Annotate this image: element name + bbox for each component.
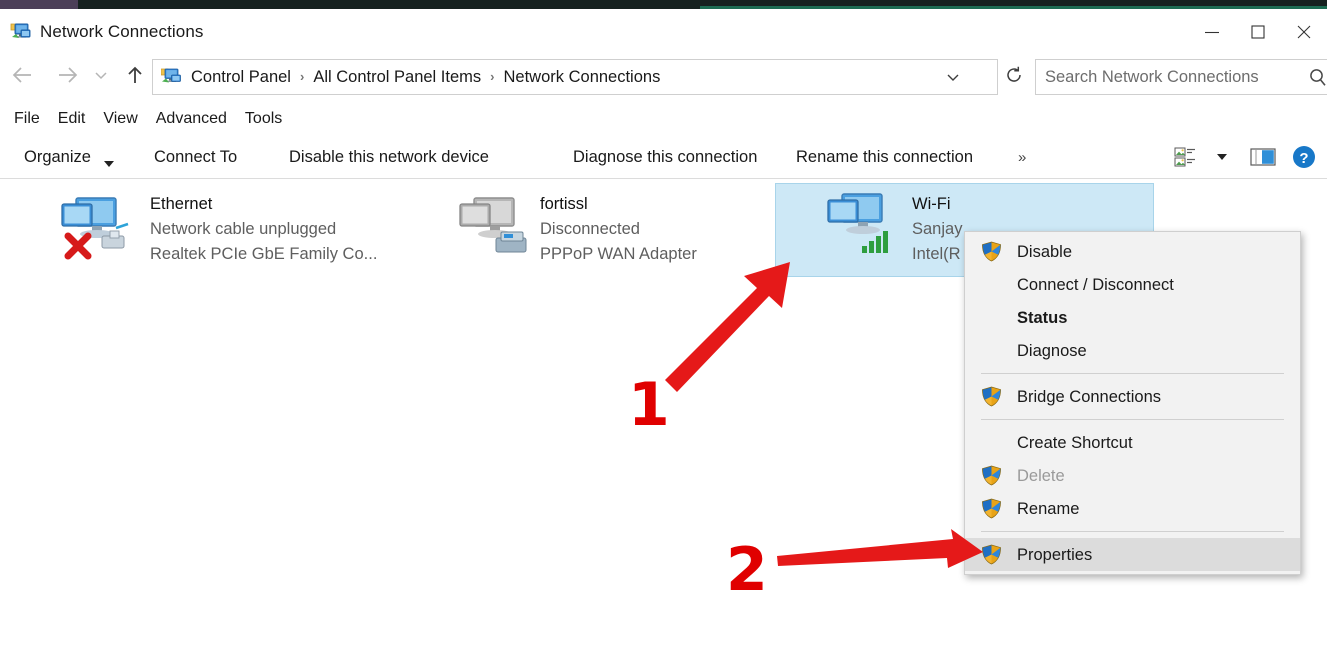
preview-pane-icon[interactable]: [1241, 142, 1285, 172]
forward-arrow-icon: [54, 65, 80, 90]
context-menu-item-label: Disable: [1017, 242, 1073, 261]
screen-top-strip: [0, 0, 1327, 9]
refresh-button[interactable]: [1000, 59, 1028, 95]
breadcrumb[interactable]: Control Panel › All Control Panel Items …: [152, 59, 998, 95]
close-button[interactable]: [1281, 9, 1327, 55]
breadcrumb-item-all-control-panel-items[interactable]: All Control Panel Items: [309, 67, 485, 87]
shield-icon: [965, 544, 1017, 565]
back-button[interactable]: [6, 59, 40, 95]
top-strip-left-segment: [0, 0, 78, 9]
connection-adapter: Realtek PCIe GbE Family Co...: [150, 245, 378, 263]
up-arrow-icon: [124, 64, 146, 91]
shield-icon: [965, 386, 1017, 407]
context-menu-item-label: Status: [1017, 308, 1068, 327]
disable-network-device-button[interactable]: Disable this network device: [289, 146, 489, 168]
connection-text-ethernet: Ethernet Network cable unplugged Realtek…: [150, 192, 400, 267]
annotation-number-2: 2: [726, 535, 768, 605]
up-button[interactable]: [118, 59, 152, 95]
connection-adapter: PPPoP WAN Adapter: [540, 245, 697, 263]
recent-locations-button[interactable]: [88, 59, 114, 95]
context-menu-item-delete: Delete: [965, 459, 1300, 492]
connection-text-fortissl: fortissl Disconnected PPPoP WAN Adapter: [540, 192, 790, 267]
shield-icon: [965, 498, 1017, 519]
window-title: Network Connections: [40, 22, 204, 41]
context-menu-item-label: Delete: [1017, 466, 1065, 485]
menu-item-view[interactable]: View: [94, 107, 146, 131]
shield-icon: [965, 465, 1017, 486]
context-menu-item-connect-disconnect[interactable]: Connect / Disconnect: [965, 268, 1300, 301]
menu-item-edit[interactable]: Edit: [49, 107, 95, 131]
maximize-button[interactable]: [1235, 9, 1281, 55]
connection-item-fortissl[interactable]: fortissl Disconnected PPPoP WAN Adapter: [450, 188, 770, 286]
breadcrumb-item-network-connections[interactable]: Network Connections: [500, 67, 665, 87]
context-menu-item-status[interactable]: Status: [965, 301, 1300, 334]
search-input[interactable]: Search Network Connections: [1035, 59, 1327, 95]
menu-item-file[interactable]: File: [5, 107, 49, 131]
change-view-chevron-down-icon[interactable]: [1205, 142, 1239, 172]
breadcrumb-network-icon: [160, 67, 183, 87]
title-bar: Network Connections: [0, 9, 1327, 55]
connection-name: Ethernet: [150, 195, 213, 213]
connection-status: Network cable unplugged: [150, 220, 337, 238]
address-bar: Control Panel › All Control Panel Items …: [0, 55, 1327, 100]
change-view-icon[interactable]: [1169, 142, 1203, 172]
context-menu: Disable Connect / Disconnect Status Diag…: [964, 231, 1301, 575]
breadcrumb-dropdown-button[interactable]: [939, 60, 967, 94]
refresh-icon: [1004, 65, 1024, 90]
back-arrow-icon: [10, 65, 36, 90]
context-menu-item-disable[interactable]: Disable: [965, 235, 1300, 268]
organize-button[interactable]: Organize: [24, 146, 91, 168]
context-menu-item-label: Properties: [1017, 545, 1093, 564]
context-menu-item-label: Bridge Connections: [1017, 387, 1162, 406]
context-menu-separator: [981, 373, 1284, 374]
organize-chevron-down-icon[interactable]: [103, 155, 115, 173]
search-placeholder: Search Network Connections: [1045, 67, 1259, 86]
breadcrumb-item-control-panel[interactable]: Control Panel: [187, 67, 295, 87]
wifi-connected-icon: [824, 190, 896, 253]
svg-text:?: ?: [1299, 150, 1308, 167]
context-menu-item-label: Connect / Disconnect: [1017, 275, 1174, 294]
context-menu-item-label: Create Shortcut: [1017, 433, 1133, 452]
context-menu-item-label: Rename: [1017, 499, 1080, 518]
context-menu-item-label: Diagnose: [1017, 341, 1087, 360]
window-controls: [1189, 9, 1327, 55]
chevron-down-icon: [93, 68, 109, 87]
context-menu-item-diagnose[interactable]: Diagnose: [965, 334, 1300, 367]
network-connections-icon: [10, 21, 32, 43]
connection-name: fortissl: [540, 195, 588, 213]
context-menu-item-properties[interactable]: Properties: [965, 538, 1300, 571]
context-menu-item-create-shortcut[interactable]: Create Shortcut: [965, 426, 1300, 459]
forward-button[interactable]: [50, 59, 84, 95]
connect-to-button[interactable]: Connect To: [154, 146, 237, 168]
command-bar-icons: ?: [1169, 142, 1321, 172]
command-bar: Organize Connect To Disable this network…: [0, 134, 1327, 179]
dialup-disconnected-icon: [456, 194, 528, 256]
context-menu-item-bridge-connections[interactable]: Bridge Connections: [965, 380, 1300, 413]
connection-name: Wi-Fi: [912, 195, 951, 213]
shield-icon: [965, 241, 1017, 262]
menu-item-advanced[interactable]: Advanced: [147, 107, 236, 131]
connection-status: Disconnected: [540, 220, 640, 238]
menu-item-tools[interactable]: Tools: [236, 107, 291, 131]
overflow-button[interactable]: »: [1018, 147, 1026, 169]
help-icon[interactable]: ?: [1287, 142, 1321, 172]
breadcrumb-separator: ›: [490, 69, 495, 84]
context-menu-separator: [981, 419, 1284, 420]
network-connections-window: Network Connections Control Panel › All …: [0, 0, 1327, 645]
context-menu-item-rename[interactable]: Rename: [965, 492, 1300, 525]
search-icon[interactable]: [1306, 66, 1327, 95]
annotation-number-1: 1: [628, 370, 670, 440]
rename-connection-button[interactable]: Rename this connection: [796, 146, 973, 168]
connection-item-ethernet[interactable]: Ethernet Network cable unplugged Realtek…: [40, 188, 420, 286]
diagnose-connection-button[interactable]: Diagnose this connection: [573, 146, 757, 168]
breadcrumb-separator: ›: [299, 69, 305, 84]
context-menu-separator: [981, 531, 1284, 532]
minimize-button[interactable]: [1189, 9, 1235, 55]
menu-bar: File Edit View Advanced Tools: [0, 104, 1327, 134]
ethernet-disconnected-icon: [58, 194, 130, 260]
